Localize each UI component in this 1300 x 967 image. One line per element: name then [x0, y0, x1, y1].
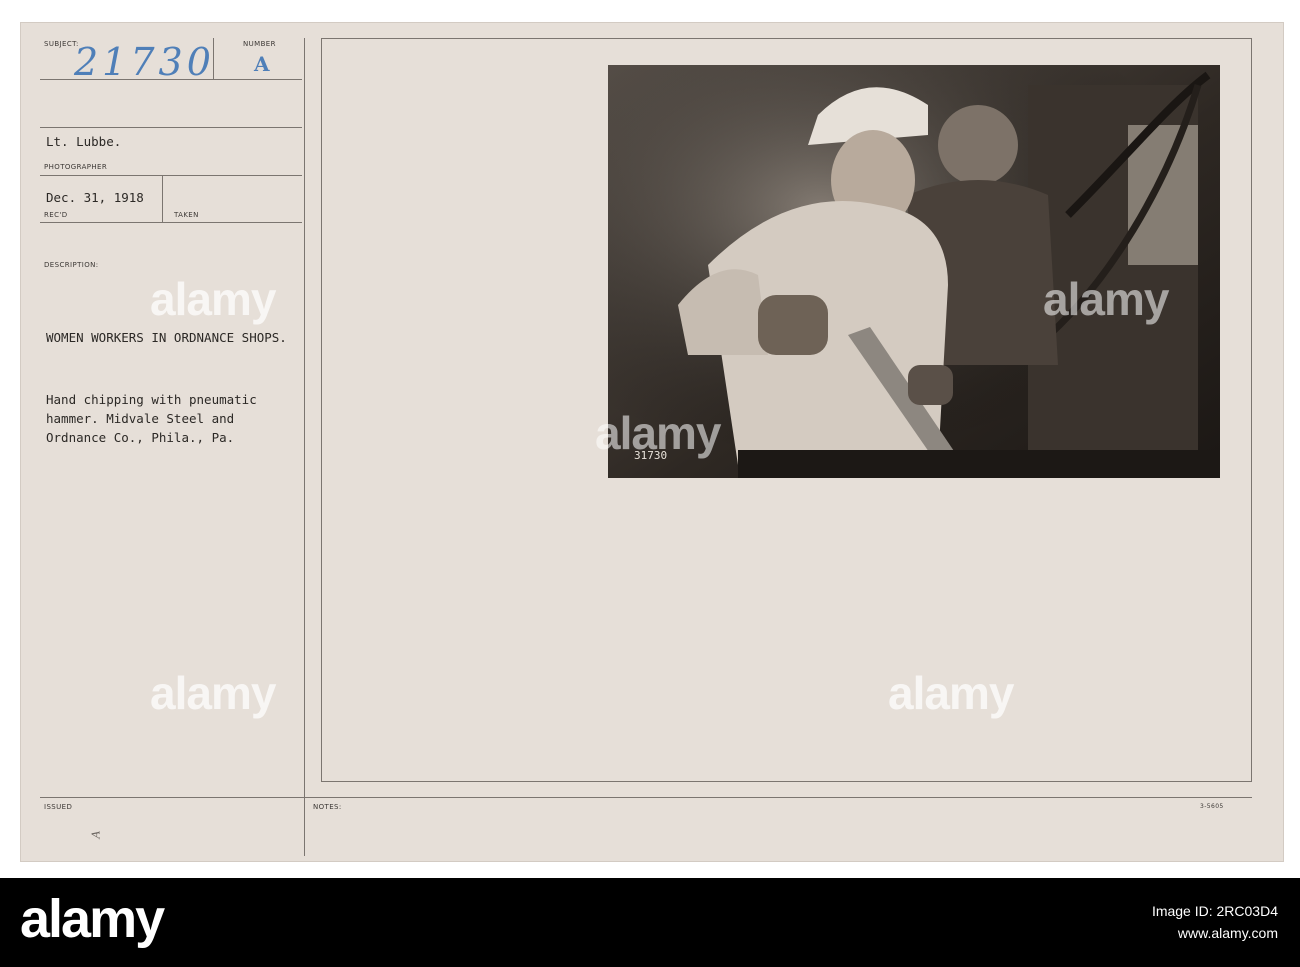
watermark-photo-top: alamy [1043, 273, 1169, 325]
footer-site-link[interactable]: www.alamy.com [1178, 925, 1278, 941]
watermark-lower-right: alamy [888, 667, 1014, 719]
watermark-left: alamy [150, 273, 276, 325]
number-value: A [254, 52, 270, 76]
footer-logo[interactable]: alamy [20, 888, 165, 950]
taken-label: TAKEN [174, 211, 199, 219]
notes-label: NOTES: [313, 803, 342, 811]
form-code: 3-5605 [1200, 803, 1224, 810]
description-label: DESCRIPTION: [44, 261, 99, 269]
subject-number: 21730 [74, 40, 215, 84]
number-label: NUMBER [243, 40, 276, 48]
rule-photographer-bottom [40, 175, 302, 176]
description-line-2: hammer. Midvale Steel and [46, 411, 235, 426]
photographer-label: PHOTOGRAPHER [44, 163, 108, 171]
rule-date-bottom [40, 222, 302, 223]
frame-left [321, 38, 322, 782]
footer-bar [0, 878, 1300, 967]
rule-vertical-left-column [304, 38, 305, 856]
footer-image-id: Image ID: 2RC03D4 [1151, 903, 1278, 919]
description-line-1: Hand chipping with pneumatic [46, 392, 257, 407]
watermark-photo-bottom: alamy [595, 407, 721, 459]
received-date: Dec. 31, 1918 [46, 190, 144, 205]
recd-label: REC'D [44, 211, 68, 219]
photographer-name: Lt. Lubbe. [46, 134, 122, 149]
frame-bottom [321, 781, 1252, 782]
rule-date-divider [162, 176, 163, 222]
rule-photographer-top [40, 127, 302, 128]
issued-mark: A [89, 830, 103, 839]
description-line-3: Ordnance Co., Phila., Pa. [46, 430, 235, 445]
watermark-lower-left: alamy [150, 667, 276, 719]
frame-top [321, 38, 1252, 39]
issued-label: ISSUED [44, 803, 73, 811]
rule-issued-top [40, 797, 1252, 798]
frame-right [1251, 38, 1252, 782]
description-title: WOMEN WORKERS IN ORDNANCE SHOPS. [46, 330, 287, 345]
